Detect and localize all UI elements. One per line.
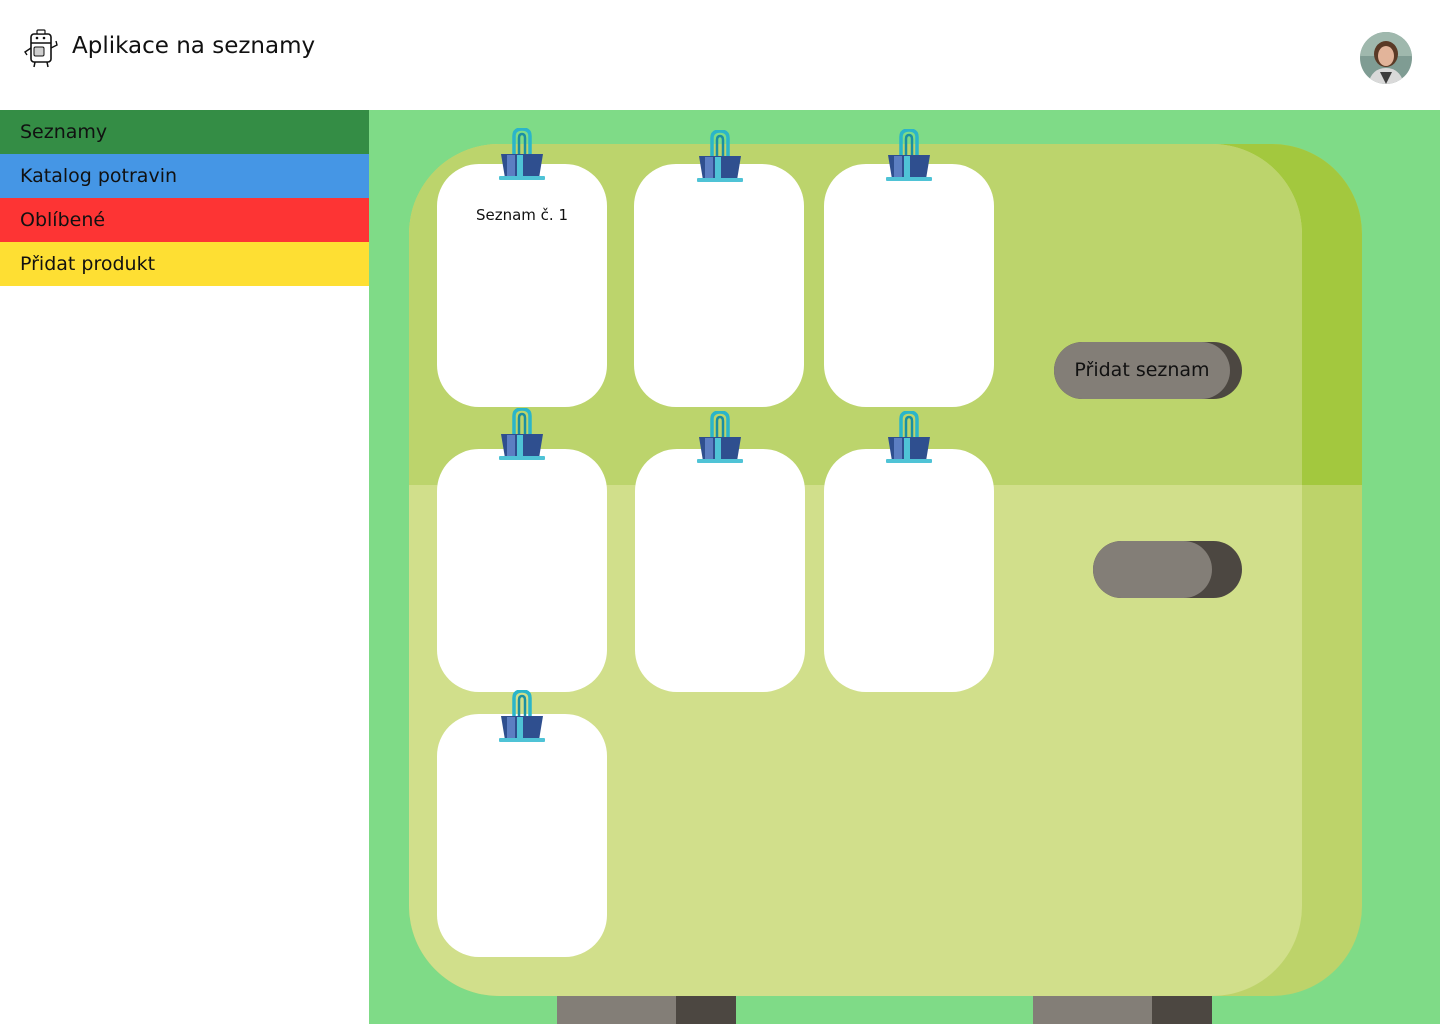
binder-clip-icon — [499, 690, 545, 742]
sidebar-item-label: Katalog potravin — [20, 165, 178, 187]
fridge-handle-label — [1093, 541, 1212, 598]
binder-clip-icon — [886, 411, 932, 463]
sidebar-item-label: Seznamy — [20, 121, 108, 143]
list-card[interactable] — [634, 164, 804, 407]
sidebar-item-label: Přidat produkt — [20, 253, 156, 275]
main-content: Seznam č. 1 Přidat seznam — [369, 110, 1440, 1024]
sidebar-item-oblibene[interactable]: Oblíbené — [0, 198, 369, 242]
fridge-foot-right — [1033, 996, 1212, 1024]
list-card[interactable] — [824, 449, 994, 692]
list-card[interactable] — [437, 449, 607, 692]
fridge-foot-left — [557, 996, 736, 1024]
user-avatar-icon[interactable] — [1360, 32, 1412, 84]
sidebar-item-pridat-produkt[interactable]: Přidat produkt — [0, 242, 369, 286]
fridge-mascot-icon — [24, 29, 58, 68]
binder-clip-icon — [499, 408, 545, 460]
sidebar: Seznamy Katalog potravin Oblíbené Přidat… — [0, 110, 369, 1024]
list-card[interactable] — [437, 714, 607, 957]
add-list-button-label: Přidat seznam — [1074, 359, 1210, 381]
binder-clip-icon — [886, 129, 932, 181]
binder-clip-icon — [499, 128, 545, 180]
sidebar-item-seznamy[interactable]: Seznamy — [0, 110, 369, 154]
sidebar-item-label: Oblíbené — [20, 209, 106, 231]
binder-clip-icon — [697, 130, 743, 182]
app-title: Aplikace na seznamy — [72, 33, 316, 59]
list-card[interactable] — [824, 164, 994, 407]
binder-clip-icon — [697, 411, 743, 463]
app-header: Aplikace na seznamy — [0, 0, 1440, 110]
list-card[interactable]: Seznam č. 1 — [437, 164, 607, 407]
add-list-button[interactable]: Přidat seznam — [1054, 342, 1242, 399]
sidebar-item-katalog-potravin[interactable]: Katalog potravin — [0, 154, 369, 198]
list-card-title: Seznam č. 1 — [475, 206, 569, 224]
list-card[interactable] — [635, 449, 805, 692]
fridge-handle-button[interactable] — [1093, 541, 1242, 598]
